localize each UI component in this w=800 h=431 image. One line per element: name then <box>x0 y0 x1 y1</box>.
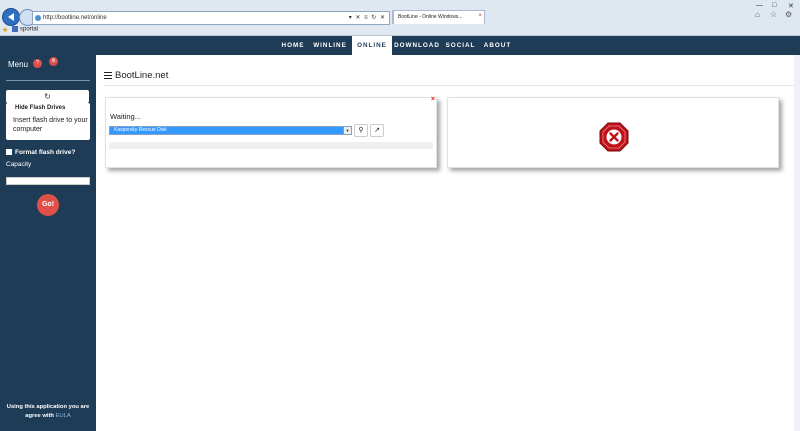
capacity-input[interactable] <box>6 177 90 185</box>
address-tools[interactable]: ▾ ✕ ≡ ↻ ✕ <box>349 12 386 24</box>
hide-flash-drives-button[interactable]: Hide Flash Drives <box>15 105 65 111</box>
nav-about[interactable]: ABOUT <box>480 36 515 55</box>
tab-close-icon[interactable]: × <box>478 13 482 19</box>
card-close-icon[interactable]: × <box>431 96 435 103</box>
browser-chrome: http://bootline.net/online ▾ ✕ ≡ ↻ ✕ Boo… <box>0 0 800 36</box>
format-checkbox-row[interactable]: Format flash drive? <box>6 149 75 156</box>
eula-notice: Using this application you are agree wit… <box>2 403 94 421</box>
help-icon[interactable]: ? <box>33 59 42 68</box>
search-button[interactable]: ⚲ <box>354 124 368 137</box>
drives-panel: Hide Flash Drives Insert flash drive to … <box>6 103 90 140</box>
selected-option: Kaspersky Rescue Disk <box>114 127 167 133</box>
bookmark-label: sportal <box>20 26 39 33</box>
nav-social[interactable]: SOCIAL <box>443 36 478 55</box>
progress-bar <box>109 142 433 149</box>
nav-winline[interactable]: WINLINE <box>310 36 350 55</box>
error-stop-icon <box>599 122 629 152</box>
sidebar: Menu ? ⚙ ↻ Hide Flash Drives Insert flas… <box>0 55 96 431</box>
address-text: http://bootline.net/online <box>43 15 107 21</box>
open-external-button[interactable]: ↗ <box>370 124 384 137</box>
home-icon[interactable]: ⌂ <box>755 10 760 19</box>
close-window-icon[interactable]: ✕ <box>788 2 794 10</box>
minimize-icon[interactable]: — <box>756 2 763 9</box>
insert-flash-drive-message: Insert flash drive to your computer <box>13 117 88 133</box>
format-checkbox[interactable] <box>6 149 12 156</box>
menu-label: Menu <box>8 60 29 69</box>
bookmark-item[interactable]: sportal <box>12 26 38 33</box>
nav-download[interactable]: DOWNLOAD <box>394 36 440 55</box>
nav-home[interactable]: HOME <box>278 36 308 55</box>
browser-tab-active[interactable]: BootLine - Online Windows... × <box>393 10 485 24</box>
favorites-icon[interactable]: ☆ <box>770 10 777 19</box>
top-navigation: HOME WINLINE ONLINE DOWNLOAD SOCIAL ABOU… <box>0 36 800 55</box>
back-button[interactable] <box>2 8 20 26</box>
refresh-icon: ↻ <box>44 92 51 101</box>
page-title: BootLine.net <box>104 70 168 81</box>
vertical-scrollbar[interactable] <box>794 55 800 431</box>
header-divider <box>104 85 794 86</box>
go-button[interactable]: Go! <box>37 194 59 216</box>
favorites-star-icon[interactable]: ★ <box>2 26 8 34</box>
status-card <box>447 97 779 168</box>
chevron-down-icon[interactable]: ▼ <box>343 127 351 134</box>
boot-card: × Waiting... Kaspersky Rescue Disk ▼ ⚲ ↗ <box>105 96 437 168</box>
capacity-label: Capacity <box>6 161 32 168</box>
boot-image-select[interactable]: Kaspersky Rescue Disk ▼ <box>109 126 352 135</box>
format-label: Format flash drive? <box>15 149 76 156</box>
site-icon <box>35 15 41 21</box>
bookmarks-bar: ★ sportal <box>0 25 800 36</box>
settings-icon[interactable]: ⚙ <box>49 57 58 66</box>
bookmark-icon <box>12 26 18 32</box>
page-title-text: BootLine.net <box>115 70 169 81</box>
eula-link[interactable]: EULA <box>56 413 71 419</box>
eula-text: Using this application you are agree wit… <box>6 404 90 419</box>
sidebar-divider <box>6 80 90 81</box>
hamburger-menu-icon[interactable] <box>104 71 112 80</box>
settings-gear-icon[interactable]: ⚙ <box>785 10 792 19</box>
address-bar[interactable]: http://bootline.net/online ▾ ✕ ≡ ↻ ✕ <box>32 11 390 25</box>
nav-online[interactable]: ONLINE <box>352 36 392 55</box>
status-text: Waiting... <box>110 112 141 121</box>
search-icon: ⚲ <box>358 127 364 134</box>
browser-tab-label: BootLine - Online Windows... <box>398 14 463 20</box>
external-link-icon: ↗ <box>374 127 380 134</box>
refresh-button[interactable]: ↻ <box>6 90 89 103</box>
maximize-icon[interactable]: □ <box>772 2 776 9</box>
